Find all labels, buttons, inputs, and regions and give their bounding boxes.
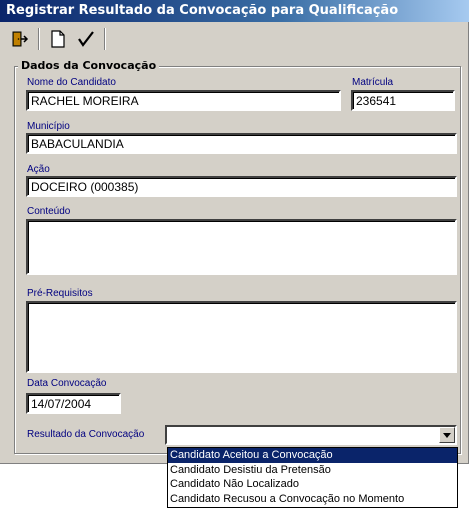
window-title: Registrar Resultado da Convocação para Q…	[0, 0, 469, 22]
acao-label: Ação	[27, 164, 50, 175]
prerequisitos-textarea[interactable]	[26, 301, 457, 373]
matricula-label: Matrícula	[352, 77, 394, 88]
toolbar-separator	[38, 28, 40, 50]
matricula-field[interactable]: 236541	[351, 90, 455, 111]
dropdown-option[interactable]: Candidato Desistiu da Pretensão	[168, 463, 457, 478]
chevron-down-icon	[443, 432, 451, 438]
group-legend: Dados da Convocação	[18, 59, 160, 73]
confirm-button[interactable]	[72, 26, 100, 52]
dropdown-option[interactable]: Candidato Aceitou a Convocação	[168, 448, 457, 463]
checkmark-icon	[78, 31, 94, 47]
conteudo-textarea[interactable]	[26, 219, 457, 275]
conteudo-label: Conteúdo	[27, 206, 71, 217]
data-convocacao-field[interactable]: 14/07/2004	[26, 393, 121, 414]
data-convocacao-label: Data Convocação	[27, 378, 107, 389]
acao-field[interactable]: DOCEIRO (000385)	[26, 176, 457, 197]
resultado-select[interactable]	[165, 425, 457, 445]
exit-button[interactable]	[6, 26, 34, 52]
dropdown-arrow-button[interactable]	[439, 427, 455, 443]
dropdown-option[interactable]: Candidato Recusou a Convocação no Moment…	[168, 492, 457, 507]
municipio-field[interactable]: BABACULANDIA	[26, 133, 457, 154]
prerequisitos-label: Pré-Requisitos	[27, 288, 93, 299]
nome-label: Nome do Candidato	[27, 77, 116, 88]
new-button[interactable]	[44, 26, 72, 52]
resultado-label: Resultado da Convocação	[27, 429, 145, 440]
exit-door-icon	[12, 31, 29, 47]
new-document-icon	[51, 30, 65, 48]
toolbar-separator	[104, 28, 106, 50]
municipio-label: Município	[27, 121, 70, 132]
dropdown-option[interactable]: Candidato Não Localizado	[168, 477, 457, 492]
nome-field[interactable]: RACHEL MOREIRA	[26, 90, 341, 111]
dialog-window: Registrar Resultado da Convocação para Q…	[0, 0, 469, 464]
resultado-dropdown-list: Candidato Aceitou a Convocação Candidato…	[167, 447, 458, 508]
